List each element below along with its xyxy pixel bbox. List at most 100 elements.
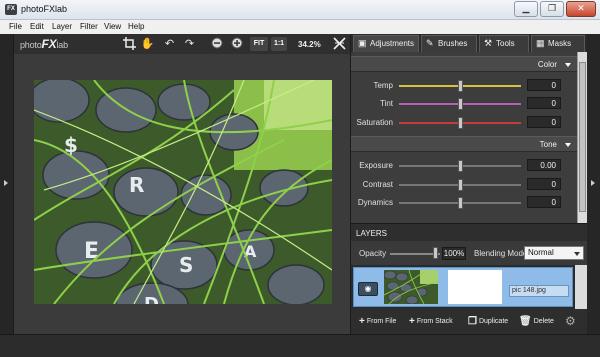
slider-handle[interactable]	[458, 160, 463, 172]
tab-masks[interactable]: ▦ Masks	[531, 35, 585, 52]
gear-icon[interactable]: ⚙	[565, 314, 576, 328]
svg-text:R: R	[129, 173, 144, 197]
window-title: photoFXlab	[21, 4, 68, 14]
title-bar: FX photoFXlab ▁ ❐ ✕	[0, 0, 600, 20]
delete-button[interactable]: 🗑 Delete	[519, 316, 554, 327]
slider-label: Temp	[373, 81, 393, 90]
status-bar	[0, 334, 600, 357]
section-tone[interactable]: Tone	[351, 136, 577, 152]
scrollbar-thumb[interactable]	[579, 62, 586, 212]
app-logo-icon: FX	[5, 4, 17, 15]
blending-mode-label: Blending Mode	[474, 249, 528, 258]
tab-tools-label: Tools	[496, 39, 515, 48]
slider-track[interactable]	[399, 98, 521, 110]
add-from-stack-button[interactable]: + From Stack	[409, 316, 453, 327]
trash-icon: 🗑	[519, 316, 532, 327]
layer-row[interactable]: ◉ pic 148.jpg	[353, 267, 573, 307]
slider-temp[interactable]: Temp 0	[351, 76, 577, 94]
blending-mode-select[interactable]: Normal	[524, 246, 584, 260]
image-canvas[interactable]: $ R E S A D	[14, 54, 350, 334]
logo-prefix: photo	[20, 40, 42, 50]
fit-button[interactable]: FIT	[250, 37, 268, 51]
tab-masks-label: Masks	[548, 39, 572, 48]
menu-bar: File Edit Layer Filter View Help	[0, 20, 600, 34]
close-button[interactable]: ✕	[566, 1, 596, 17]
toolbar: photoFXlab ✋ ↶ ↷ FIT 1:1 34.2%	[14, 34, 350, 54]
slider-label: Contrast	[362, 180, 393, 189]
layer-opacity-row: Opacity 100% Blending Mode Normal	[351, 241, 587, 265]
slider-value[interactable]: 0	[527, 196, 561, 208]
tab-adjustments[interactable]: ▣ Adjustments	[353, 35, 419, 52]
layer-name-field[interactable]: pic 148.jpg	[509, 285, 569, 297]
slider-track[interactable]	[399, 197, 521, 209]
slider-handle[interactable]	[458, 80, 463, 92]
minimize-button[interactable]: ▁	[514, 1, 538, 17]
undo-icon[interactable]: ↶	[162, 37, 177, 51]
menu-help[interactable]: Help	[128, 22, 144, 31]
chevron-down-icon	[574, 252, 580, 256]
eye-icon[interactable]: ◉	[358, 282, 378, 296]
section-color-title: Color	[537, 60, 557, 69]
slider-value[interactable]: 0	[527, 178, 561, 190]
layer-actions: + From File + From Stack ❐ Duplicate 🗑 Delet…	[351, 309, 587, 334]
zoom-in-icon[interactable]	[230, 37, 245, 51]
slider-track[interactable]	[399, 117, 521, 129]
chevron-down-icon	[565, 143, 571, 147]
crop-icon[interactable]	[122, 37, 137, 51]
slider-value[interactable]: 0	[527, 116, 561, 128]
menu-file[interactable]: File	[9, 22, 22, 31]
layer-list-scrollbar[interactable]	[575, 265, 587, 309]
slider-contrast[interactable]: Contrast 0	[351, 175, 577, 193]
slider-handle[interactable]	[458, 197, 463, 209]
redo-icon[interactable]: ↷	[182, 37, 197, 51]
zoom-out-icon[interactable]	[210, 37, 225, 51]
duplicate-label: Duplicate	[478, 318, 509, 325]
tab-adjustments-label: Adjustments	[370, 39, 415, 48]
slider-label: Tint	[379, 99, 393, 108]
slider-dynamics[interactable]: Dynamics 0	[351, 193, 577, 211]
delete-label: Delete	[533, 318, 554, 325]
hand-icon[interactable]: ✋	[140, 37, 155, 51]
actual-size-button[interactable]: 1:1	[271, 37, 287, 51]
brush-icon: ✎	[426, 38, 434, 48]
svg-text:D: D	[144, 294, 159, 304]
opacity-slider-handle[interactable]	[433, 247, 438, 259]
reset-icon[interactable]	[332, 37, 347, 51]
slider-track[interactable]	[399, 80, 521, 92]
slider-value[interactable]: 0	[527, 97, 561, 109]
photo-preview[interactable]: $ R E S A D	[34, 80, 332, 304]
slider-value[interactable]: 0	[527, 79, 561, 91]
brand-logo: photoFXlab	[20, 37, 68, 51]
opacity-value[interactable]: 100%	[442, 247, 466, 260]
add-from-file-label: From File	[366, 318, 397, 325]
duplicate-button[interactable]: ❐ Duplicate	[468, 316, 508, 327]
slider-value[interactable]: 0.00	[527, 159, 561, 171]
slider-exposure[interactable]: Exposure 0.00	[351, 156, 577, 174]
slider-track[interactable]	[399, 160, 521, 172]
slider-handle[interactable]	[458, 117, 463, 129]
left-panel-toggle[interactable]	[0, 34, 14, 334]
slider-track[interactable]	[399, 179, 521, 191]
tab-tools[interactable]: ⚒ Tools	[479, 35, 529, 52]
duplicate-icon: ❐	[468, 316, 477, 327]
slider-tint[interactable]: Tint 0	[351, 94, 577, 112]
menu-view[interactable]: View	[104, 22, 121, 31]
menu-edit[interactable]: Edit	[30, 22, 44, 31]
section-color[interactable]: Color	[351, 56, 577, 72]
tab-brushes-label: Brushes	[438, 39, 468, 48]
layers-title: LAYERS	[356, 229, 387, 238]
slider-handle[interactable]	[458, 98, 463, 110]
slider-handle[interactable]	[458, 179, 463, 191]
tools-icon: ⚒	[484, 38, 493, 48]
zoom-level: 34.2%	[298, 40, 321, 49]
slider-saturation[interactable]: Saturation 0	[351, 113, 577, 131]
adjustments-scrollbar[interactable]	[577, 52, 587, 223]
maximize-button[interactable]: ❐	[540, 1, 564, 17]
layer-mask-thumbnail[interactable]	[448, 270, 502, 304]
add-from-stack-label: From Stack	[416, 318, 453, 325]
menu-filter[interactable]: Filter	[80, 22, 98, 31]
menu-layer[interactable]: Layer	[52, 22, 72, 31]
right-panel-toggle[interactable]	[586, 34, 600, 334]
tab-brushes[interactable]: ✎ Brushes	[421, 35, 477, 52]
add-from-file-button[interactable]: + From File	[359, 316, 396, 327]
